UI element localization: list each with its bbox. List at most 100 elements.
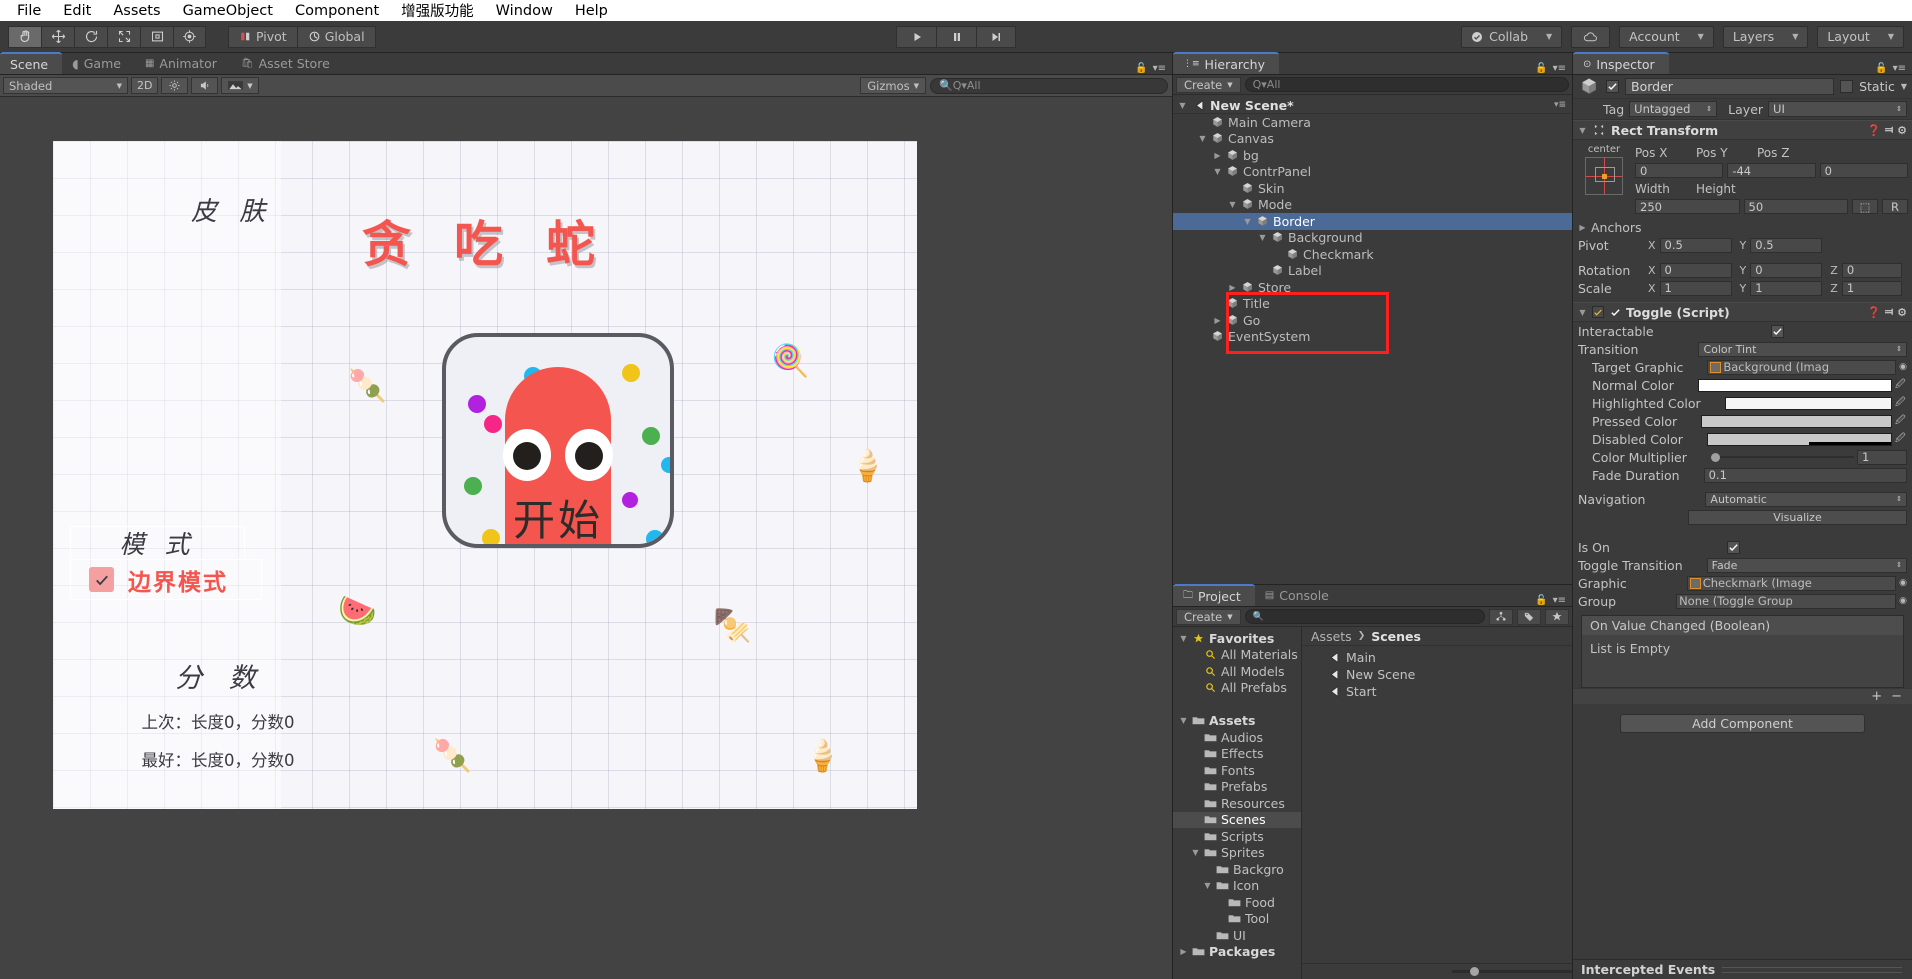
chevron-down-icon[interactable]: ▼ — [1179, 634, 1188, 643]
border-mode-toggle[interactable]: 边界模式 — [70, 559, 262, 600]
breadcrumb-scenes[interactable]: Scenes — [1371, 629, 1421, 644]
lock-icon[interactable]: 🔓 — [1535, 63, 1547, 74]
scale-tool-button[interactable] — [107, 25, 140, 48]
scene-view[interactable]: 贪 吃 蛇 皮 肤 模 式 边界模式 分 数 上次：长度0，分数0 最好：长度0… — [0, 97, 1172, 979]
gizmos-dropdown[interactable]: Gizmos ▼ — [860, 77, 926, 94]
pivot-button[interactable]: Pivot — [228, 25, 297, 48]
effects-toggle-button[interactable]: ▼ — [221, 77, 260, 94]
breadcrumb-assets[interactable]: Assets — [1311, 629, 1352, 644]
toggle-transition-dropdown[interactable]: Fade ⇕ — [1706, 557, 1907, 573]
tab-animator[interactable]: ▦ Animator — [135, 52, 231, 74]
pos-x-input[interactable]: 0 — [1635, 163, 1724, 178]
project-item-all-models[interactable]: All Models — [1173, 663, 1301, 680]
project-item-assets[interactable]: ▼ Assets — [1173, 713, 1301, 730]
rect-tool-button[interactable] — [140, 25, 173, 48]
preset-icon[interactable]: ⫤ — [1885, 305, 1893, 319]
project-item-tool[interactable]: Tool — [1173, 911, 1301, 928]
collab-button[interactable]: Collab ▼ — [1461, 25, 1563, 48]
pause-button[interactable] — [936, 25, 976, 48]
rot-x-input[interactable]: 0 — [1659, 262, 1732, 278]
project-item-sprites[interactable]: ▼ Sprites — [1173, 845, 1301, 862]
project-tree[interactable]: ▼ Favorites All Materials All Models All Pre… — [1173, 627, 1302, 979]
tag-dropdown[interactable]: Untagged ⇕ — [1629, 101, 1718, 117]
audio-toggle-button[interactable] — [191, 77, 219, 94]
project-item-scripts[interactable]: Scripts — [1173, 828, 1301, 845]
transform-tool-button[interactable] — [173, 25, 206, 48]
target-graphic-field[interactable]: Background (Imag — [1707, 359, 1897, 375]
menu-icon[interactable]: ▾≡ — [1553, 63, 1566, 74]
account-button[interactable]: Account ▼ — [1619, 25, 1714, 48]
chevron-down-icon[interactable]: ▼ — [1578, 126, 1587, 135]
hierarchy-item-canvas[interactable]: ▼ Canvas — [1173, 131, 1572, 148]
anchor-preset-box[interactable] — [1585, 157, 1623, 195]
chevron-down-icon[interactable]: ▼ — [1203, 881, 1212, 890]
step-button[interactable] — [976, 25, 1016, 48]
graphic-field[interactable]: Checkmark (Image — [1686, 575, 1897, 591]
hierarchy-search-input[interactable]: Q▾All — [1244, 77, 1569, 92]
tab-game[interactable]: ◖ Game — [62, 52, 135, 74]
gear-icon[interactable]: ⚙ — [1897, 306, 1907, 319]
hierarchy-item-mode[interactable]: ▼ Mode — [1173, 197, 1572, 214]
menu-icon[interactable]: ▾≡ — [1893, 63, 1906, 74]
anchors-row[interactable]: ▶ Anchors — [1573, 218, 1912, 236]
chevron-right-icon[interactable]: ▶ — [1213, 151, 1222, 160]
project-item-all-prefabs[interactable]: All Prefabs — [1173, 680, 1301, 697]
start-button[interactable]: 开始 — [442, 333, 674, 548]
tab-console[interactable]: ▤ Console — [1255, 584, 1343, 606]
rot-y-input[interactable]: 0 — [1750, 262, 1823, 278]
hierarchy-item-bg[interactable]: ▶ bg — [1173, 147, 1572, 164]
rot-z-input[interactable]: 0 — [1841, 262, 1902, 278]
asset-list[interactable]: Main New Scene Start — [1302, 646, 1572, 963]
hierarchy-item-background[interactable]: ▼ Background — [1173, 230, 1572, 247]
menu-item-assets[interactable]: Assets — [102, 3, 171, 19]
chevron-right-icon[interactable]: ▶ — [1228, 283, 1237, 292]
hierarchy-item-contrpanel[interactable]: ▼ ContrPanel — [1173, 164, 1572, 181]
hierarchy-item-eventsystem[interactable]: EventSystem — [1173, 329, 1572, 346]
project-item-all-materials[interactable]: All Materials — [1173, 647, 1301, 664]
project-item-resources[interactable]: Resources — [1173, 795, 1301, 812]
chevron-down-icon[interactable]: ▼ — [1243, 217, 1252, 226]
add-component-button[interactable]: Add Component — [1620, 714, 1865, 733]
scene-search-input[interactable]: 🔍 Q▾All — [930, 77, 1168, 94]
project-item-ui[interactable]: UI — [1173, 927, 1301, 944]
eyedropper-icon[interactable]: 🖉 — [1895, 413, 1907, 430]
toggle-script-header[interactable]: ▼ Toggle (Script) ❓ ⫤ ⚙ — [1573, 302, 1912, 322]
object-enabled-checkbox[interactable] — [1606, 80, 1619, 93]
menu-item-edit[interactable]: Edit — [52, 3, 102, 19]
pos-z-input[interactable]: 0 — [1819, 163, 1908, 178]
pivot-y-input[interactable]: 0.5 — [1750, 237, 1823, 253]
chevron-down-icon[interactable]: ▼ — [1213, 167, 1222, 176]
hierarchy-item-store[interactable]: ▶ Store — [1173, 279, 1572, 296]
hierarchy-create-button[interactable]: Create ▼ — [1176, 76, 1241, 93]
highlighted-color-swatch[interactable] — [1724, 396, 1892, 410]
raw-edit-button[interactable]: R — [1882, 199, 1908, 214]
project-item-icon[interactable]: ▼ Icon — [1173, 878, 1301, 895]
interactable-checkbox[interactable] — [1770, 324, 1784, 338]
chevron-down-icon[interactable]: ▼ — [1258, 233, 1267, 242]
color-multiplier-slider[interactable] — [1710, 451, 1854, 464]
project-item-prefabs[interactable]: Prefabs — [1173, 779, 1301, 796]
menu-item-window[interactable]: Window — [485, 3, 564, 19]
eyedropper-icon[interactable]: 🖉 — [1895, 395, 1907, 412]
menu-icon[interactable]: ▾≡ — [1553, 595, 1566, 606]
hierarchy-item-main-camera[interactable]: Main Camera — [1173, 114, 1572, 131]
group-field[interactable]: None (Toggle Group — [1676, 593, 1897, 609]
eyedropper-icon[interactable]: 🖉 — [1895, 431, 1907, 448]
menu-item-help[interactable]: Help — [564, 3, 619, 19]
zoom-slider[interactable] — [1452, 967, 1572, 976]
project-item-fonts[interactable]: Fonts — [1173, 762, 1301, 779]
toggle-component-enabled-checkbox[interactable] — [1592, 306, 1604, 318]
scale-z-input[interactable]: 1 — [1841, 280, 1902, 296]
static-checkbox[interactable] — [1840, 80, 1854, 93]
hierarchy-item-skin[interactable]: Skin — [1173, 180, 1572, 197]
height-input[interactable]: 50 — [1743, 199, 1848, 214]
scale-y-input[interactable]: 1 — [1750, 280, 1823, 296]
slider-knob[interactable] — [1710, 452, 1720, 462]
border-mode-checkmark[interactable] — [89, 567, 114, 592]
is-on-checkbox[interactable] — [1726, 540, 1740, 554]
project-create-button[interactable]: Create ▼ — [1176, 608, 1241, 625]
chevron-down-icon[interactable]: ▼ — [1178, 101, 1187, 110]
2d-toggle-button[interactable]: 2D — [131, 77, 159, 94]
lock-icon[interactable]: 🔓 — [1875, 63, 1887, 74]
cloud-button[interactable] — [1571, 25, 1611, 48]
